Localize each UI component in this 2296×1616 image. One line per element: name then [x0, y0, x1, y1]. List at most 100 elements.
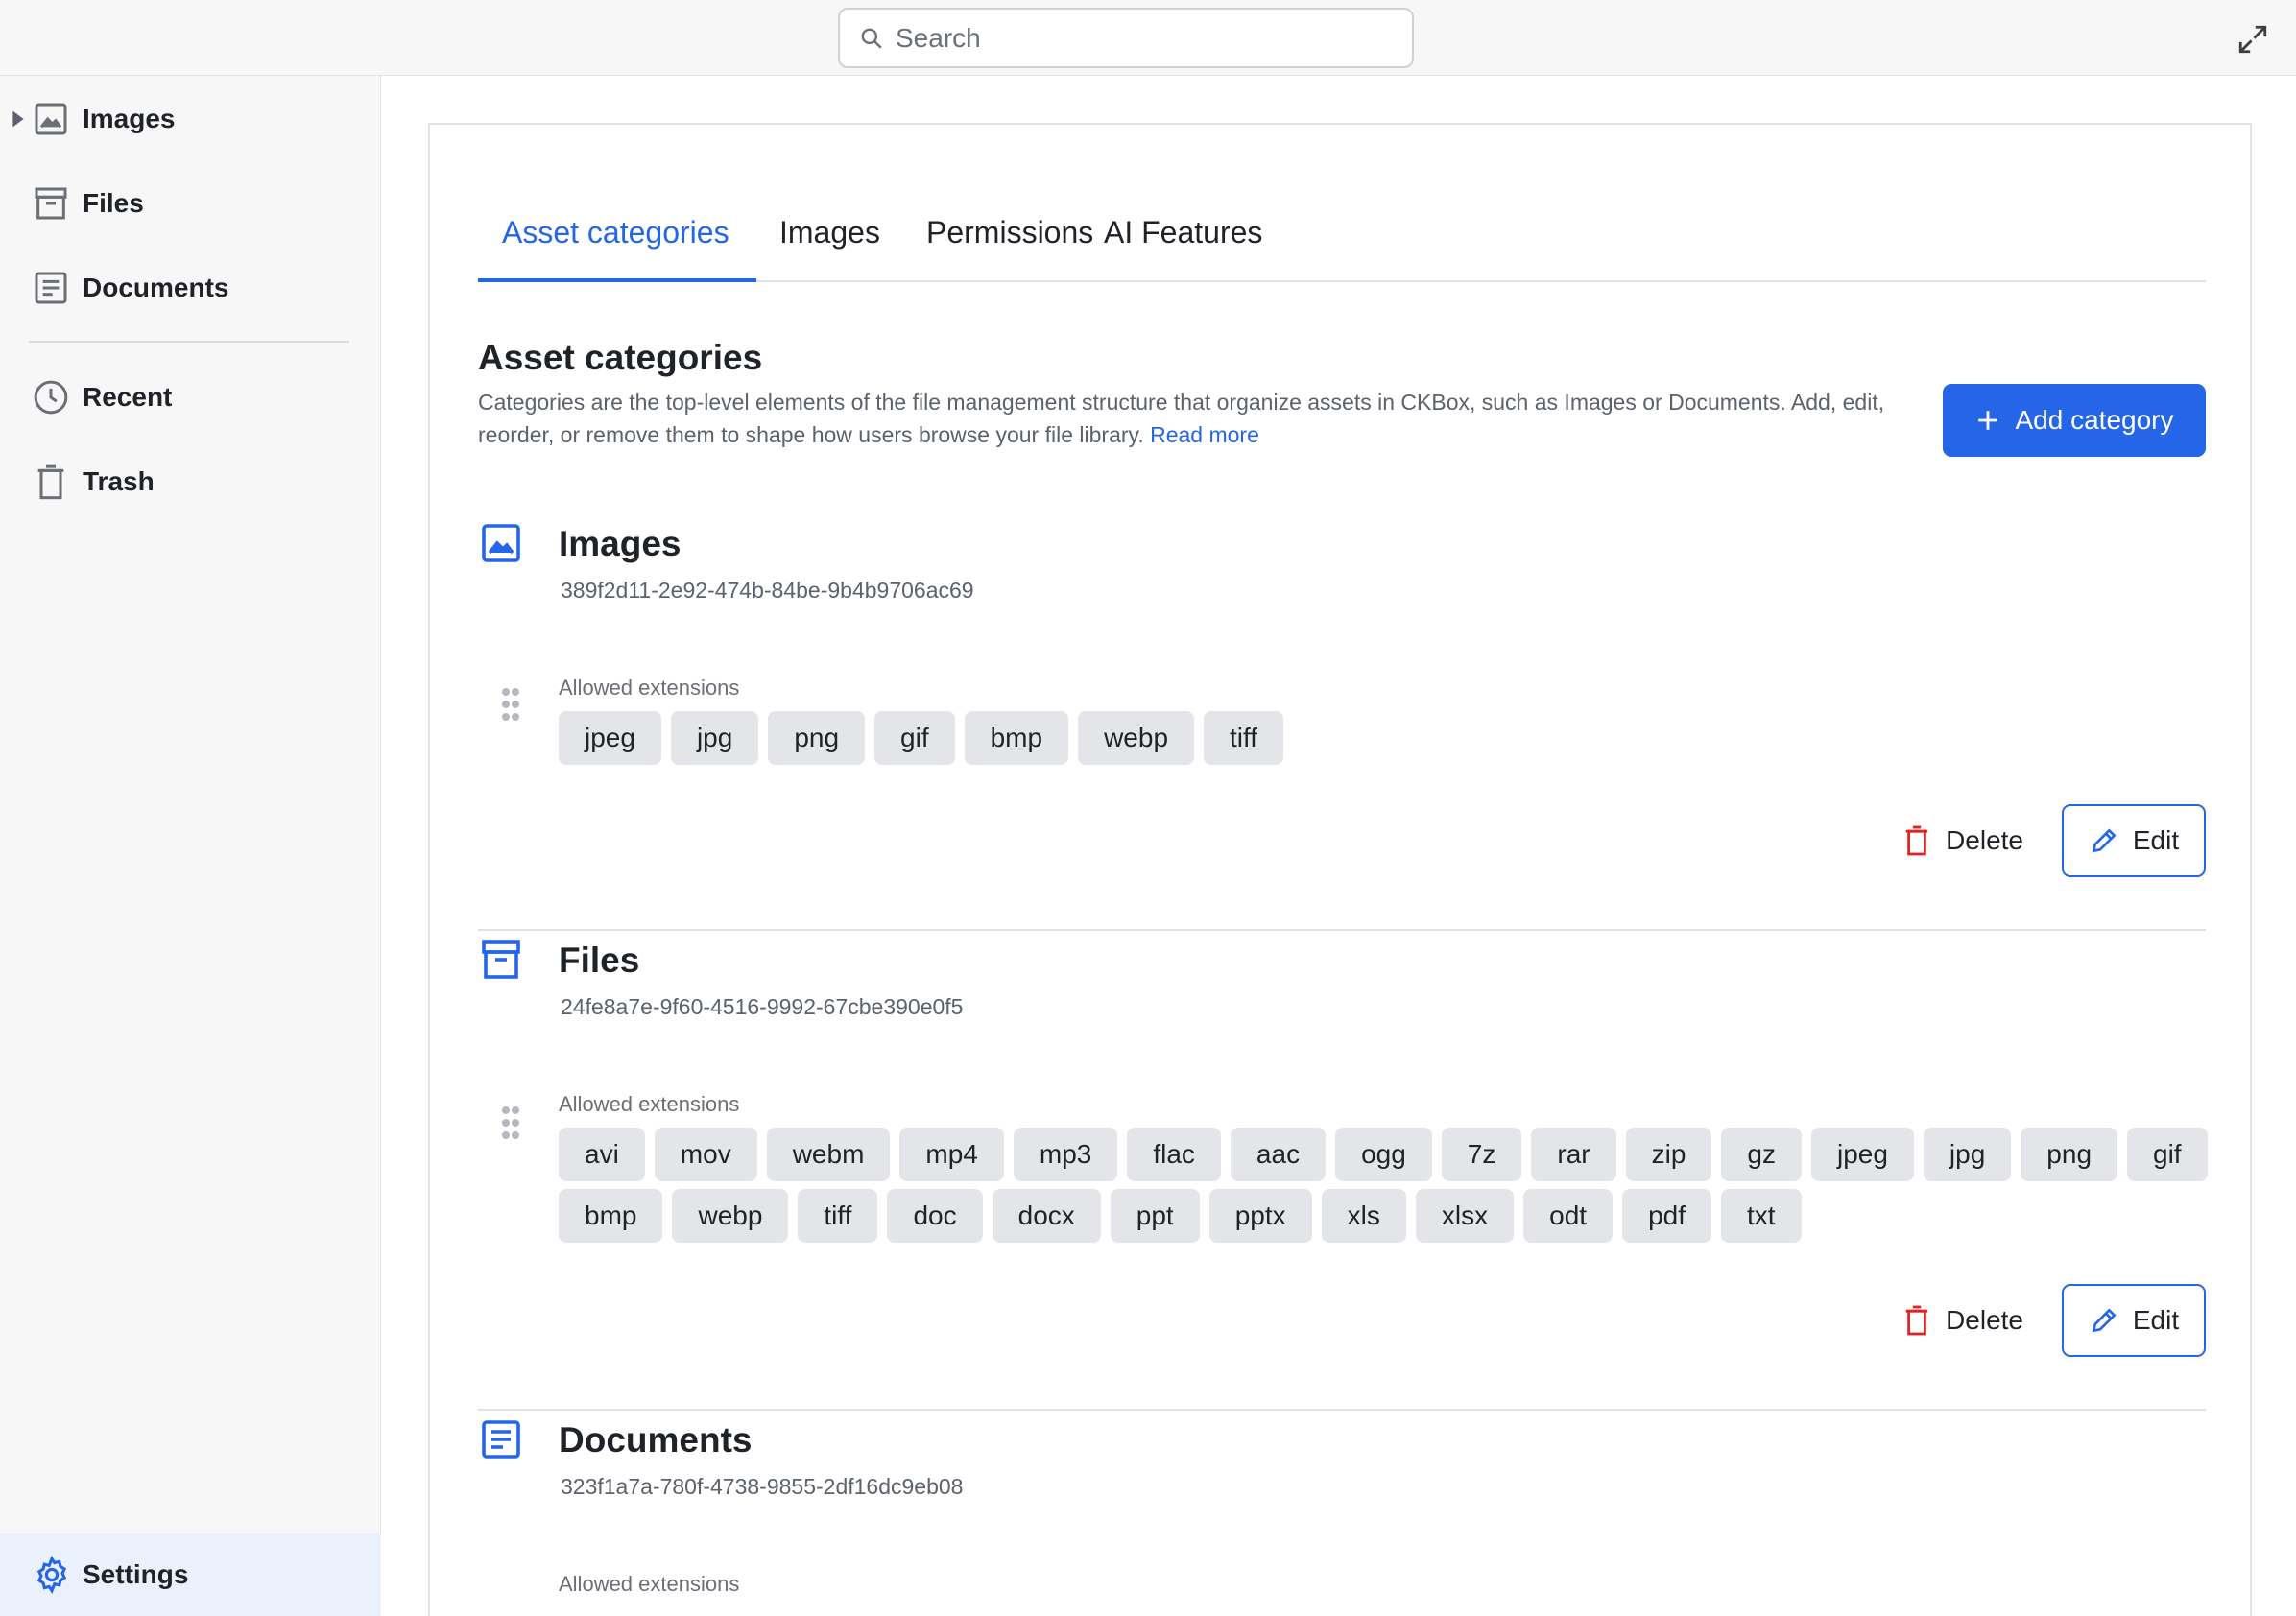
edit-button[interactable]: Edit — [2062, 804, 2206, 877]
extension-chip: txt — [1721, 1189, 1802, 1243]
category-divider — [478, 1409, 2206, 1411]
allowed-extensions-label: Allowed extensions — [559, 1572, 740, 1596]
extension-chip: mp3 — [1013, 1128, 1118, 1181]
tab-images[interactable]: Images — [779, 202, 880, 282]
extension-chip: ogg — [1335, 1128, 1432, 1181]
extension-chip: xlsx — [1415, 1189, 1515, 1243]
category-name: Files — [559, 940, 640, 980]
image-icon — [482, 524, 520, 562]
extension-chip: png — [2021, 1128, 2118, 1181]
trash-icon — [37, 464, 64, 500]
delete-label: Delete — [1946, 825, 2023, 855]
search-input[interactable]: Search — [838, 8, 1414, 68]
extension-list: jpeg jpg png gif bmp webp tiff — [559, 711, 2219, 765]
extension-chip: png — [768, 711, 866, 765]
category-name: Documents — [559, 1420, 753, 1460]
category-id: 323f1a7a-780f-4738-9855-2df16dc9eb08 — [561, 1474, 964, 1499]
settings-label: Settings — [83, 1559, 189, 1589]
extension-chip: 7z — [1441, 1128, 1522, 1181]
sidebar-item-files[interactable]: Files — [0, 170, 381, 237]
extension-chip: mov — [654, 1128, 757, 1181]
extension-chip: pptx — [1208, 1189, 1312, 1243]
extension-chip: jpg — [670, 711, 759, 765]
sidebar-item-label: Files — [83, 188, 144, 218]
extension-chip: aac — [1230, 1128, 1327, 1181]
read-more-link[interactable]: Read more — [1150, 422, 1259, 447]
extension-chip: jpeg — [1810, 1128, 1914, 1181]
extension-chip: ppt — [1110, 1189, 1200, 1243]
category-documents: Documents 323f1a7a-780f-4738-9855-2df16d… — [478, 1414, 2206, 1616]
tab-permissions[interactable]: Permissions — [926, 202, 1093, 282]
extension-chip: pdf — [1622, 1189, 1711, 1243]
search-placeholder: Search — [896, 22, 981, 53]
drag-handle-icon[interactable] — [501, 1105, 520, 1140]
extension-chip: jpeg — [559, 711, 661, 765]
extension-chip: zip — [1625, 1128, 1712, 1181]
add-category-button[interactable]: Add category — [1943, 384, 2206, 457]
sidebar-item-documents[interactable]: Documents — [0, 254, 381, 321]
document-icon — [35, 272, 67, 304]
allowed-extensions-label: Allowed extensions — [559, 1092, 740, 1116]
extension-chip: flac — [1127, 1128, 1221, 1181]
category-divider — [478, 929, 2206, 931]
edit-label: Edit — [2132, 825, 2180, 855]
extension-chip: avi — [559, 1128, 645, 1181]
tab-ai-features[interactable]: AI Features — [1104, 202, 1262, 282]
trash-icon — [1905, 825, 1928, 856]
extension-chip: jpg — [1923, 1128, 2012, 1181]
edit-label: Edit — [2132, 1305, 2180, 1335]
gear-icon — [36, 1556, 67, 1594]
pencil-icon — [2092, 1308, 2117, 1333]
category-name: Images — [559, 524, 682, 563]
sidebar-item-images[interactable]: Images — [0, 85, 381, 153]
extension-chip: gif — [2127, 1128, 2208, 1181]
extension-chip: gif — [874, 711, 955, 765]
sidebar-divider — [29, 341, 349, 343]
sidebar-item-label: Images — [83, 104, 176, 133]
archive-icon — [482, 940, 520, 979]
sidebar-item-label: Documents — [83, 273, 229, 302]
extension-chip: mp4 — [899, 1128, 1004, 1181]
sidebar-item-recent[interactable]: Recent — [0, 364, 381, 431]
extension-chip: webp — [1078, 711, 1195, 765]
archive-icon — [35, 187, 67, 220]
tab-asset-categories[interactable]: Asset categories — [478, 202, 756, 282]
section-description: Categories are the top-level elements of… — [478, 386, 1937, 451]
expand-icon[interactable] — [2236, 23, 2269, 56]
drag-handle-icon[interactable] — [501, 687, 520, 722]
edit-button[interactable]: Edit — [2062, 1284, 2206, 1357]
document-icon — [482, 1420, 520, 1459]
extension-chip: tiff — [1204, 711, 1284, 765]
extension-list: avi mov webm mp4 mp3 flac aac ogg 7z rar zip gz jpeg… — [559, 1128, 2219, 1243]
extension-chip: rar — [1531, 1128, 1616, 1181]
allowed-extensions-label: Allowed extensions — [559, 676, 740, 700]
category-files: Files 24fe8a7e-9f60-4516-9992-67cbe390e0… — [478, 935, 2208, 1434]
tab-bar: Asset categories Images Permissions AI F… — [478, 202, 2206, 282]
trash-icon — [1905, 1305, 1928, 1336]
top-bar: Search — [0, 0, 2296, 76]
settings-panel: Asset categories Images Permissions AI F… — [428, 123, 2252, 1616]
search-icon — [861, 28, 882, 49]
plus-icon — [1977, 411, 1997, 430]
category-id: 389f2d11-2e92-474b-84be-9b4b9706ac69 — [561, 578, 974, 603]
delete-label: Delete — [1946, 1305, 2023, 1335]
extension-chip: bmp — [559, 1189, 663, 1243]
clock-icon — [34, 380, 68, 415]
sidebar: Images Files Documents Recent Trash Sett… — [0, 76, 381, 1616]
extension-chip: docx — [992, 1189, 1101, 1243]
image-icon — [35, 103, 67, 135]
extension-chip: webm — [766, 1128, 891, 1181]
delete-button[interactable]: Delete — [1903, 804, 2023, 877]
sidebar-item-label: Trash — [83, 466, 155, 496]
sidebar-item-label: Recent — [83, 382, 173, 412]
sidebar-item-settings[interactable]: Settings — [0, 1533, 381, 1616]
extension-chip: webp — [672, 1189, 789, 1243]
delete-button[interactable]: Delete — [1903, 1284, 2023, 1357]
add-category-label: Add category — [2015, 405, 2174, 435]
category-id: 24fe8a7e-9f60-4516-9992-67cbe390e0f5 — [561, 994, 964, 1019]
extension-chip: tiff — [798, 1189, 878, 1243]
sidebar-item-trash[interactable]: Trash — [0, 448, 381, 515]
extension-chip: bmp — [964, 711, 1069, 765]
extension-chip: gz — [1721, 1128, 1802, 1181]
caret-right-icon[interactable] — [12, 109, 25, 129]
